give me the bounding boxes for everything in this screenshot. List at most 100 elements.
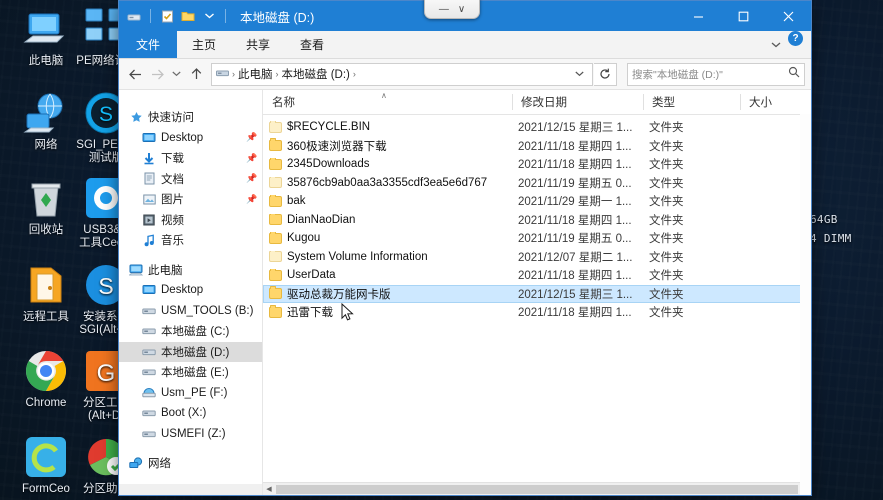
folder-glyph: [269, 176, 282, 189]
search-input[interactable]: 搜索"本地磁盘 (D:)": [627, 62, 805, 86]
pin-icon[interactable]: 📌: [246, 153, 258, 164]
file-type-cell: 文件夹: [649, 177, 684, 190]
help-icon[interactable]: ?: [788, 31, 803, 46]
table-row[interactable]: $RECYCLE.BIN 2021/12/15 星期三 1... 文件夹: [263, 118, 811, 137]
svg-text:S: S: [98, 273, 113, 299]
column-header-name[interactable]: 名称: [263, 90, 512, 114]
file-name-cell: System Volume Information: [263, 250, 509, 263]
drive-icon: [141, 365, 157, 379]
file-list-horizontal-scrollbar[interactable]: ◀ ▶: [263, 482, 811, 495]
nav-section-this-pc[interactable]: 此电脑: [119, 260, 262, 281]
nav-item-USM_TOOLS-B-[interactable]: USM_TOOLS (B:): [119, 301, 262, 322]
nav-item-本地磁盘-C-[interactable]: 本地磁盘 (C:): [119, 321, 262, 342]
file-type-cell: 文件夹: [649, 196, 684, 209]
recent-locations-chevron-icon[interactable]: [169, 63, 184, 85]
scroll-thumb-track[interactable]: [275, 484, 799, 494]
column-header-size[interactable]: 大小: [740, 90, 829, 114]
maximize-button[interactable]: [721, 1, 766, 31]
file-name-text: System Volume Information: [287, 250, 428, 263]
customize-chevron-icon[interactable]: [201, 8, 217, 24]
nav-item-Desktop[interactable]: Desktop 📌: [119, 128, 262, 149]
nav-section-quick-access[interactable]: 快速访问: [119, 107, 262, 128]
nav-item-label: USM_TOOLS (B:): [161, 304, 254, 317]
folder-glyph: [269, 195, 282, 207]
breadcrumb-item-0[interactable]: 此电脑: [238, 66, 273, 82]
navigation-tree: 快速访问 Desktop 📌 下载 📌 文档 📌 图片 📌 视频音乐此电脑 Desktop USM_T…: [119, 98, 262, 474]
new-folder-icon[interactable]: [180, 8, 196, 24]
table-row[interactable]: 驱动总裁万能网卡版 2021/12/15 星期三 1... 文件夹: [263, 284, 811, 303]
cd-drive-icon: [141, 386, 157, 400]
nav-item-图片[interactable]: 图片 📌: [119, 189, 262, 210]
table-row[interactable]: UserData 2021/11/18 星期四 1... 文件夹: [263, 266, 811, 285]
memory-dimm-text: 4 DIMM: [810, 232, 852, 245]
nav-item-文档[interactable]: 文档 📌: [119, 169, 262, 190]
drive-icon[interactable]: [126, 8, 142, 24]
folder-icon: [269, 176, 282, 189]
nav-item-label: Boot (X:): [161, 407, 207, 420]
nav-item-Usm_PE-F-[interactable]: Usm_PE (F:): [119, 383, 262, 404]
scroll-left-arrow-icon[interactable]: ◀: [263, 485, 275, 493]
file-name-text: $RECYCLE.BIN: [287, 121, 371, 134]
close-button[interactable]: [766, 1, 811, 31]
pin-icon[interactable]: 📌: [246, 173, 258, 184]
floating-mini-toolbar[interactable]: — ∨: [424, 0, 480, 19]
nav-item-本地磁盘-E-[interactable]: 本地磁盘 (E:): [119, 362, 262, 383]
nav-item-下载[interactable]: 下载 📌: [119, 148, 262, 169]
breadcrumb-item-1[interactable]: 本地磁盘 (D:): [282, 66, 350, 82]
properties-icon[interactable]: [159, 8, 175, 24]
file-name-cell: 2345Downloads: [263, 158, 509, 170]
tab-file[interactable]: 文件: [119, 31, 178, 58]
file-name-text: bak: [287, 195, 306, 208]
pin-icon[interactable]: 📌: [246, 132, 258, 143]
file-name-cell: DianNaoDian: [263, 213, 509, 226]
file-name-text: UserData: [287, 269, 336, 282]
file-list-vertical-scrollbar[interactable]: [800, 114, 811, 495]
file-name-cell: Kugou: [263, 232, 509, 244]
minibar-minimize-icon[interactable]: —: [439, 5, 449, 15]
scroll-thumb[interactable]: [276, 484, 798, 494]
column-header-date[interactable]: 修改日期: [512, 90, 643, 114]
table-row[interactable]: DianNaoDian 2021/11/18 星期四 1... 文件夹: [263, 211, 811, 230]
nav-section-gap: [119, 98, 262, 107]
table-row[interactable]: Kugou 2021/11/19 星期五 0... 文件夹: [263, 229, 811, 248]
table-row[interactable]: 迅雷下载 2021/11/18 星期四 1... 文件夹: [263, 303, 811, 322]
minibar-chevron-down-icon[interactable]: ∨: [458, 5, 465, 15]
nav-item-USMEFI-Z-[interactable]: USMEFI (Z:): [119, 424, 262, 445]
file-explorer-window: 本地磁盘 (D:) 文件 主页 共享 查看 ? › 此电脑 › 本地磁盘 (D:…: [118, 0, 812, 496]
nav-item-音乐[interactable]: 音乐: [119, 230, 262, 251]
table-row[interactable]: bak 2021/11/29 星期一 1... 文件夹: [263, 192, 811, 211]
folder-icon: [269, 232, 282, 244]
table-row[interactable]: 360极速浏览器下载 2021/11/18 星期四 1... 文件夹: [263, 137, 811, 156]
tab-share[interactable]: 共享: [231, 31, 285, 58]
table-row[interactable]: System Volume Information 2021/12/07 星期二 …: [263, 248, 811, 267]
column-header-type[interactable]: 类型: [643, 90, 740, 114]
nav-item-Boot-X-[interactable]: Boot (X:): [119, 403, 262, 424]
table-row[interactable]: 35876cb9ab0aa3a3355cdf3ea5e6d767 2021/11/…: [263, 174, 811, 193]
file-name-cell: 360极速浏览器下载: [263, 138, 509, 154]
search-icon[interactable]: [788, 65, 800, 83]
toolbar-divider-2: [225, 9, 226, 23]
refresh-button[interactable]: [594, 62, 617, 86]
file-date-cell: 2021/11/18 星期四 1...: [518, 159, 632, 172]
minimize-button[interactable]: [676, 1, 721, 31]
file-date-cell: 2021/11/18 星期四 1...: [518, 214, 632, 227]
pin-icon[interactable]: 📌: [246, 194, 258, 205]
nav-item-label: 视频: [161, 214, 184, 227]
nav-item-视频[interactable]: 视频: [119, 210, 262, 231]
nav-item-本地磁盘-D-[interactable]: 本地磁盘 (D:): [119, 341, 262, 362]
nav-section-network[interactable]: 网络: [119, 453, 262, 474]
tab-home[interactable]: 主页: [177, 31, 231, 58]
forward-button[interactable]: [147, 63, 167, 85]
breadcrumb-drive-icon: [216, 65, 229, 83]
nav-item-Desktop[interactable]: Desktop: [119, 280, 262, 301]
ribbon-collapse-chevron-icon[interactable]: [764, 31, 788, 58]
back-button[interactable]: [125, 63, 145, 85]
address-dropdown-chevron-icon[interactable]: [571, 69, 588, 79]
tab-view[interactable]: 查看: [285, 31, 339, 58]
file-date-cell: 2021/12/15 星期三 1...: [518, 288, 633, 301]
up-button[interactable]: [186, 63, 206, 85]
table-row[interactable]: 2345Downloads 2021/11/18 星期四 1... 文件夹: [263, 155, 811, 174]
file-type-cell: 文件夹: [649, 233, 684, 246]
navigation-pane-scrollbar[interactable]: [119, 484, 262, 495]
address-breadcrumb-bar[interactable]: › 此电脑 › 本地磁盘 (D:) ›: [211, 62, 593, 86]
